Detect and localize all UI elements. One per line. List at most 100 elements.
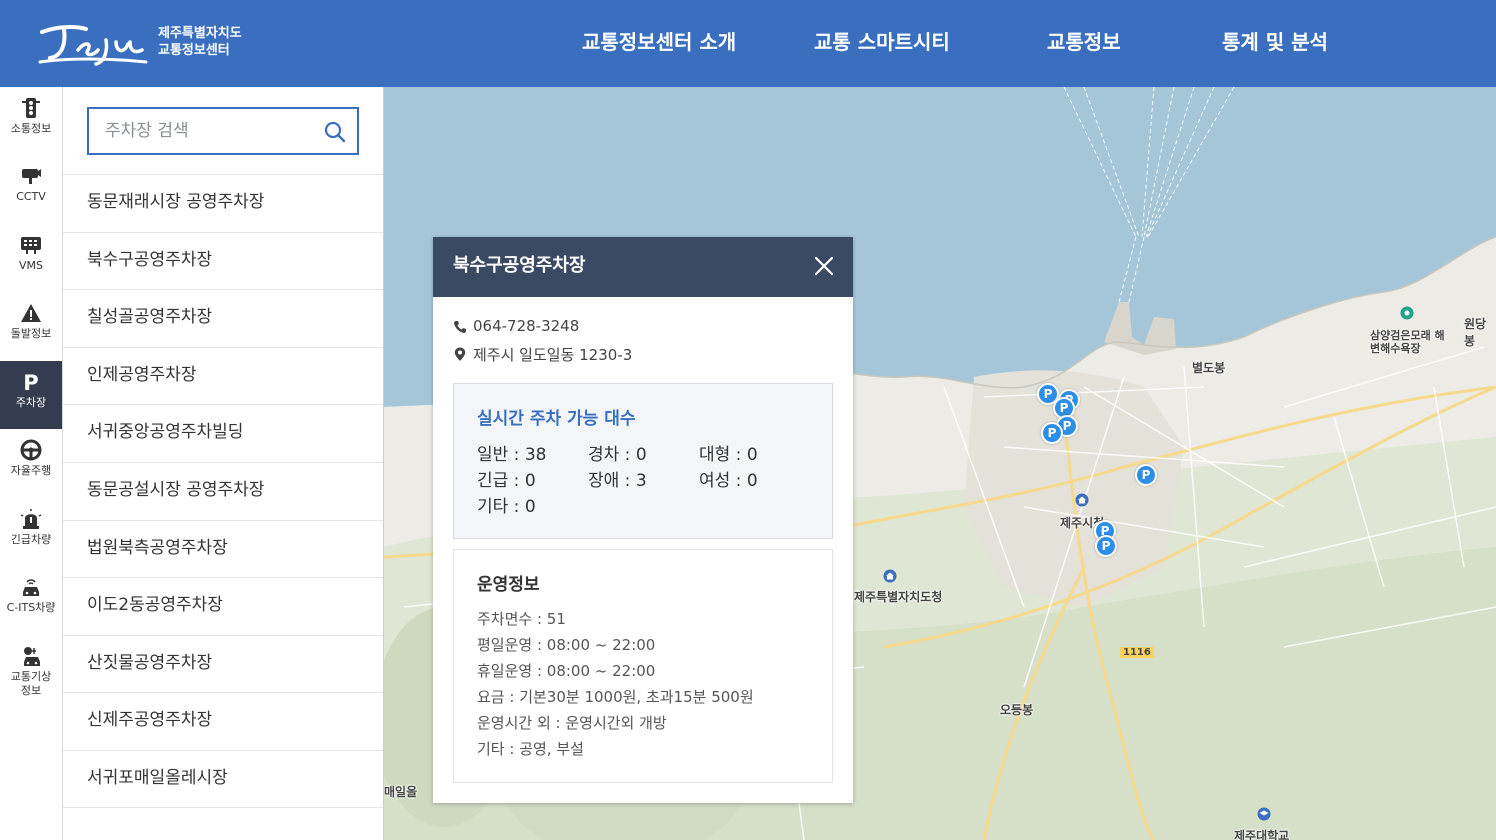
realtime-value: 0 bbox=[524, 471, 536, 491]
popup-address: 제주시 일도일동 1230-3 bbox=[453, 344, 632, 365]
realtime-value: 0 bbox=[746, 471, 758, 491]
realtime-availability-box: 실시간 주차 가능 대수 일반 : 38 경차 : 0 대형 : 0 긴급 : … bbox=[453, 383, 833, 539]
parking-marker[interactable]: P bbox=[1135, 464, 1157, 486]
realtime-general: 일반 : 38 bbox=[477, 445, 547, 465]
parking-marker[interactable]: P bbox=[1095, 535, 1117, 557]
operation-line: 휴일운영 : 08:00 ~ 22:00 bbox=[477, 662, 656, 680]
map-label: 매일올 bbox=[384, 785, 418, 799]
operation-line: 주차면수 : 51 bbox=[477, 610, 566, 628]
nav-weather[interactable]: 교통기상 정보 bbox=[0, 635, 62, 715]
realtime-value: 0 bbox=[746, 445, 758, 465]
operation-info-box: 운영정보 주차면수 : 51 평일운영 : 08:00 ~ 22:00 휴일운영… bbox=[453, 549, 833, 783]
parking-list-item[interactable]: 서귀중앙공영주차빌딩 bbox=[63, 404, 383, 462]
realtime-large: 대형 : 0 bbox=[699, 445, 758, 465]
city-hall-icon bbox=[1075, 493, 1089, 507]
map-label: 원당봉 bbox=[1464, 317, 1487, 348]
org-name: 제주특별자치도 교통정보센터 bbox=[158, 25, 242, 59]
close-icon[interactable] bbox=[813, 255, 835, 277]
map-label: 제주특별자치도청 bbox=[854, 590, 943, 604]
provincial-office-icon bbox=[883, 569, 897, 583]
cctv-icon bbox=[22, 169, 41, 184]
left-icon-nav: 소통정보 CCTV VMS 돌발정보 P 주차장 자율주행 긴급차량 C-ITS… bbox=[0, 87, 63, 840]
parking-detail-popup: 북수구공영주차장 064-728-3248 제주시 일도일동 1230-3 실시… bbox=[433, 237, 853, 803]
nav-smart-city[interactable]: 교통 스마트시티 bbox=[814, 0, 950, 87]
nav-label: 교통기상 정보 bbox=[10, 670, 52, 697]
popup-header: 북수구공영주차장 bbox=[433, 237, 853, 297]
parking-marker[interactable]: P bbox=[1041, 422, 1063, 444]
parking-search-panel: 동문재래시장 공영주차장 북수구공영주차장 칠성골공영주차장 인제공영주차장 서… bbox=[63, 87, 384, 840]
weather-car-icon bbox=[24, 647, 40, 666]
nav-incidents[interactable]: 돌발정보 bbox=[0, 292, 62, 360]
parking-search-box bbox=[87, 107, 359, 155]
popup-phone: 064-728-3248 bbox=[453, 317, 579, 335]
realtime-label: 기타 bbox=[477, 497, 509, 517]
nav-parking[interactable]: P 주차장 bbox=[0, 361, 62, 429]
map-label: 제주대학교 bbox=[1234, 829, 1290, 840]
nav-label: 긴급차량 bbox=[10, 533, 52, 546]
realtime-disabled: 장애 : 3 bbox=[588, 471, 647, 491]
nav-label: C-ITS차량 bbox=[6, 601, 56, 614]
parking-search-input[interactable] bbox=[105, 119, 315, 143]
parking-list-item[interactable]: 칠성골공영주차장 bbox=[63, 289, 383, 347]
operation-title: 운영정보 bbox=[477, 575, 540, 595]
popup-phone-text: 064-728-3248 bbox=[473, 317, 580, 335]
parking-list-item[interactable]: 동문공설시장 공영주차장 bbox=[63, 461, 383, 520]
nav-cctv[interactable]: CCTV bbox=[0, 155, 62, 223]
nav-label: VMS bbox=[19, 259, 43, 272]
operation-line: 운영시간 외 : 운영시간외 개방 bbox=[477, 714, 667, 732]
jeju-logo[interactable] bbox=[38, 20, 148, 68]
emergency-siren-icon bbox=[20, 509, 42, 529]
parking-list-item[interactable]: 서귀포매일올레시장 bbox=[63, 749, 383, 808]
nav-label: 돌발정보 bbox=[10, 327, 52, 340]
parking-list-item[interactable]: 산짓물공영주차장 bbox=[63, 634, 383, 693]
parking-icon: P bbox=[23, 371, 38, 393]
nav-autonomous[interactable]: 자율주행 bbox=[0, 429, 62, 497]
connected-car-icon bbox=[23, 579, 39, 596]
realtime-compact: 경차 : 0 bbox=[588, 445, 647, 465]
realtime-value: 3 bbox=[635, 471, 647, 491]
popup-address-text: 제주시 일도일동 1230-3 bbox=[473, 346, 633, 364]
operation-line: 기타 : 공영, 부설 bbox=[477, 740, 584, 758]
parking-list-item[interactable]: 북수구공영주차장 bbox=[63, 231, 383, 290]
parking-list: 동문재래시장 공영주차장 북수구공영주차장 칠성골공영주차장 인제공영주차장 서… bbox=[63, 174, 383, 808]
road-number-badge: 1116 bbox=[1120, 647, 1154, 658]
warning-icon bbox=[21, 304, 41, 322]
university-icon bbox=[1257, 807, 1271, 821]
nav-traffic-info[interactable]: 교통정보 bbox=[1047, 0, 1121, 87]
traffic-light-icon bbox=[22, 98, 40, 118]
realtime-value: 0 bbox=[524, 497, 536, 517]
nav-traffic-flow[interactable]: 소통정보 bbox=[0, 87, 62, 155]
nav-label: 주차장 bbox=[15, 396, 47, 409]
parking-list-item[interactable]: 신제주공영주차장 bbox=[63, 692, 383, 750]
realtime-title: 실시간 주차 가능 대수 bbox=[477, 409, 636, 429]
nav-cits[interactable]: C-ITS차량 bbox=[0, 566, 62, 634]
parking-list-item[interactable]: 인제공영주차장 bbox=[63, 346, 383, 405]
org-name-line1: 제주특별자치도 bbox=[158, 26, 242, 41]
nav-statistics[interactable]: 통계 및 분석 bbox=[1222, 0, 1328, 87]
steering-wheel-icon bbox=[20, 439, 42, 461]
location-pin-icon bbox=[454, 347, 466, 361]
nav-label: 자율주행 bbox=[10, 464, 52, 477]
realtime-emergency: 긴급 : 0 bbox=[477, 471, 536, 491]
realtime-label: 경차 bbox=[588, 445, 620, 465]
vms-board-icon bbox=[21, 237, 41, 254]
realtime-label: 장애 bbox=[588, 471, 620, 491]
beach-icon bbox=[1400, 306, 1414, 320]
top-header: 제주특별자치도 교통정보센터 교통정보센터 소개 교통 스마트시티 교통정보 통… bbox=[0, 0, 1496, 87]
map-label: 별도봉 bbox=[1192, 361, 1226, 375]
nav-vms[interactable]: VMS bbox=[0, 224, 62, 292]
realtime-other: 기타 : 0 bbox=[477, 497, 536, 517]
realtime-value: 0 bbox=[635, 445, 647, 465]
phone-icon bbox=[454, 321, 466, 333]
nav-emergency[interactable]: 긴급차량 bbox=[0, 498, 62, 566]
operation-line: 평일운영 : 08:00 ~ 22:00 bbox=[477, 636, 656, 654]
parking-list-item[interactable]: 이도2동공영주차장 bbox=[63, 577, 383, 635]
realtime-label: 여성 bbox=[699, 471, 731, 491]
realtime-label: 대형 bbox=[699, 445, 731, 465]
parking-list-item[interactable]: 동문재래시장 공영주차장 bbox=[63, 174, 383, 232]
realtime-value: 38 bbox=[524, 445, 547, 465]
org-name-line2: 교통정보센터 bbox=[158, 43, 230, 58]
parking-list-item[interactable]: 법원북측공영주차장 bbox=[63, 519, 383, 578]
nav-center-intro[interactable]: 교통정보센터 소개 bbox=[582, 0, 736, 87]
search-icon[interactable] bbox=[323, 120, 347, 144]
